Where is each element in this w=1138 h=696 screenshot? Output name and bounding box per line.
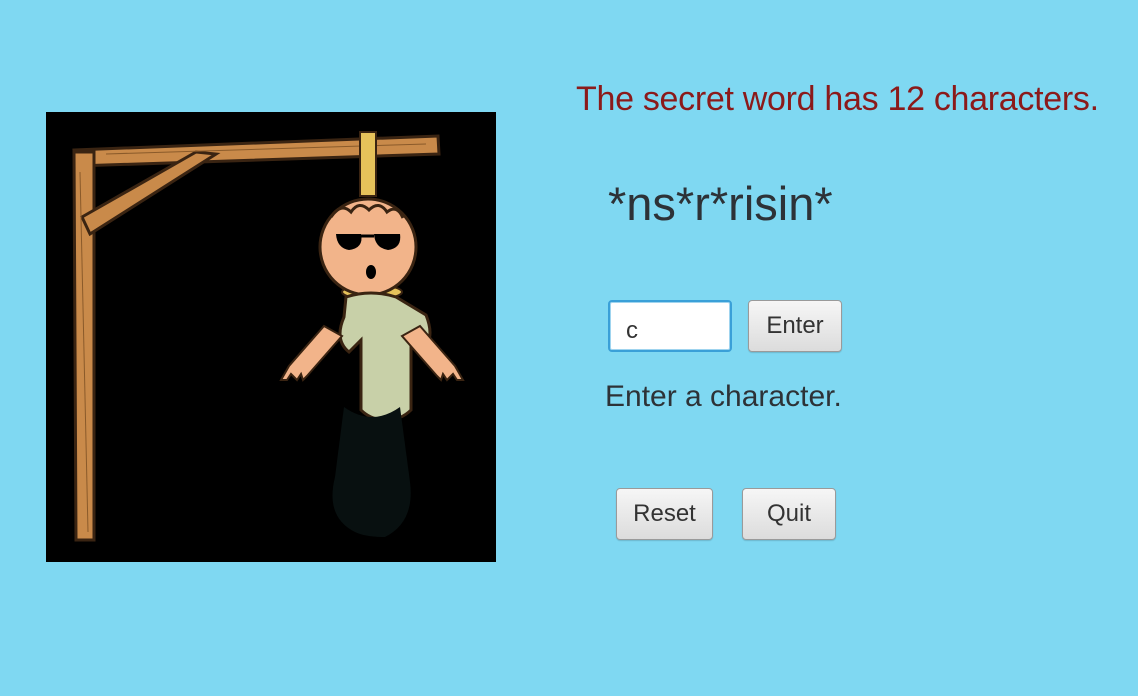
head: [318, 197, 418, 297]
hangman-figure: [72, 131, 465, 542]
quit-button[interactable]: Quit: [742, 488, 836, 540]
reset-button[interactable]: Reset: [616, 488, 713, 540]
enter-button[interactable]: Enter: [748, 300, 842, 352]
input-prompt: Enter a character.: [605, 380, 842, 413]
body: [338, 291, 432, 422]
masked-word: *ns*r*risin*: [608, 177, 833, 230]
status-message: The secret word has 12 characters.: [576, 80, 1099, 118]
guess-input[interactable]: [608, 300, 732, 352]
hangman-drawing: [46, 112, 496, 562]
legs: [332, 407, 411, 537]
